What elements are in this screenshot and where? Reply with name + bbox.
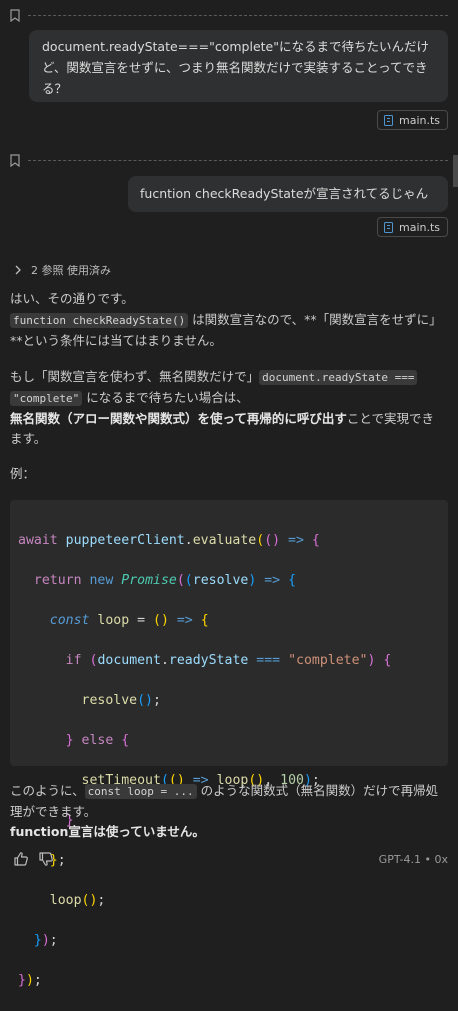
inline-code: function checkReadyState() bbox=[10, 313, 189, 328]
answer-text: このように、 bbox=[10, 783, 85, 798]
bookmark-icon[interactable] bbox=[10, 153, 20, 167]
inline-code: document.readyState === bbox=[259, 370, 418, 385]
file-icon bbox=[384, 221, 393, 233]
user-message-bubble: fucntion checkReadyStateが宣言されてるじゃん bbox=[128, 176, 448, 212]
code-line: return new Promise((resolve) => { bbox=[33, 573, 297, 588]
code-line: resolve(); bbox=[81, 693, 161, 708]
attachment-label: main.ts bbox=[399, 113, 441, 127]
user-message-text: document.readyState==="complete"になるまで待ちた… bbox=[42, 39, 429, 96]
code-line: if (document.readyState === "complete") … bbox=[65, 653, 392, 668]
message-divider bbox=[10, 153, 448, 167]
code-line: } else { bbox=[65, 733, 130, 748]
answer-bold-text: 無名関数（アロー関数や関数式）を使って再帰的に呼び出す bbox=[10, 411, 347, 426]
code-line: }); bbox=[33, 933, 58, 948]
bookmark-icon[interactable] bbox=[10, 8, 20, 22]
answer-text: はい、その通りです。 bbox=[10, 291, 134, 306]
thumbs-down-icon[interactable] bbox=[38, 851, 54, 867]
example-label: 例： bbox=[10, 466, 36, 481]
model-label: GPT-4.1 • 0x bbox=[378, 853, 448, 866]
code-line: await puppeteerClient.evaluate(() => { bbox=[18, 533, 320, 548]
references-toggle[interactable]: 2 参照 使用済み bbox=[14, 262, 111, 278]
answer-paragraph: function checkReadyState() は関数宣言なので、**「関… bbox=[10, 310, 445, 351]
answer-paragraph: このように、 const loop = ... のような関数式（無名関数）だけで再… bbox=[10, 781, 445, 842]
code-line: }); bbox=[18, 973, 42, 988]
inline-code: const loop = ... bbox=[84, 784, 197, 799]
references-label: 2 参照 使用済み bbox=[31, 264, 111, 277]
message-divider bbox=[10, 8, 448, 22]
user-message-text: fucntion checkReadyStateが宣言されてるじゃん bbox=[140, 186, 429, 201]
code-block[interactable]: await puppeteerClient.evaluate(() => { r… bbox=[10, 500, 448, 988]
user-message-bubble: document.readyState==="complete"になるまで待ちた… bbox=[29, 30, 448, 102]
thumbs-up-icon[interactable] bbox=[13, 851, 29, 867]
answer-line: はい、その通りです。 bbox=[10, 289, 445, 309]
code-line: loop(); bbox=[49, 893, 106, 908]
answer-bold-text: function宣言は使っていません。 bbox=[10, 824, 205, 839]
code-line: }; bbox=[49, 853, 66, 868]
attachment-chip[interactable]: main.ts bbox=[377, 110, 448, 130]
answer-line: 例： bbox=[10, 464, 445, 484]
file-icon bbox=[384, 114, 393, 126]
chevron-right-icon bbox=[15, 265, 21, 275]
code-line: const loop = () => { bbox=[49, 613, 209, 628]
answer-text: になるまで待ちたい場合は、 bbox=[82, 390, 249, 405]
answer-paragraph: もし「関数宣言を使わず、無名関数だけで」 document.readyState … bbox=[10, 367, 445, 449]
answer-text: もし「関数宣言を使わず、無名関数だけで」 bbox=[10, 369, 260, 384]
inline-code: "complete" bbox=[10, 391, 83, 406]
attachment-label: main.ts bbox=[399, 220, 441, 234]
attachment-chip[interactable]: main.ts bbox=[377, 217, 448, 237]
scrollbar-thumb[interactable] bbox=[453, 155, 458, 187]
